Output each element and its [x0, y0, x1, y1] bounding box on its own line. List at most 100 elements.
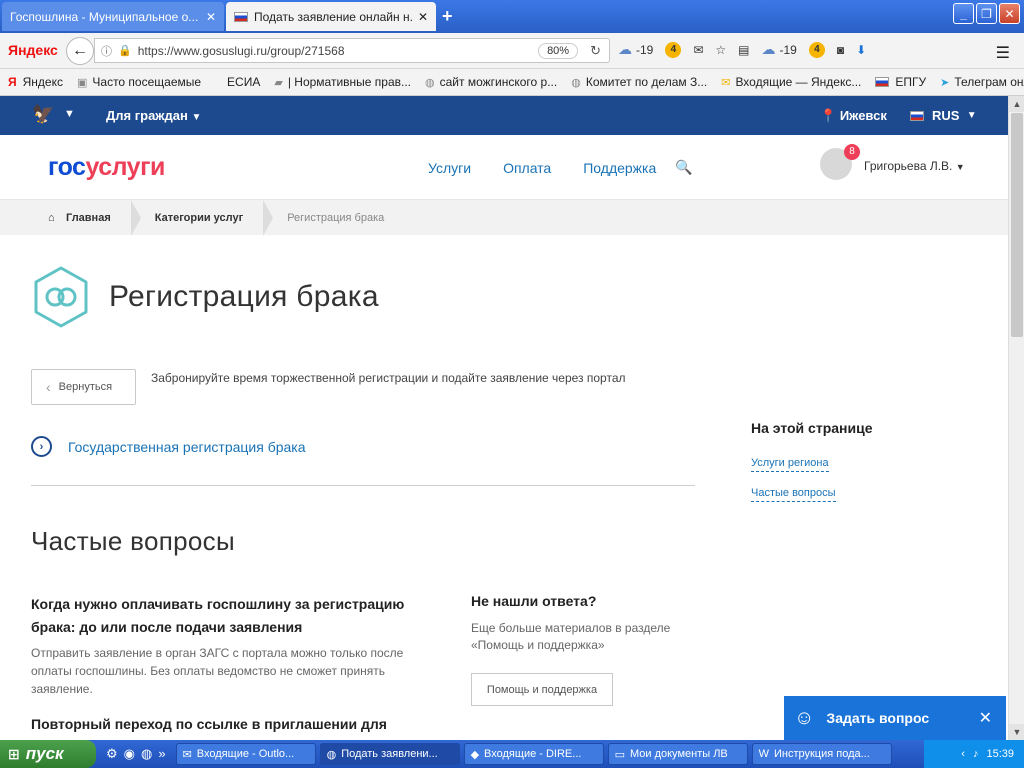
vertical-scrollbar[interactable]: ▲ ▼: [1008, 96, 1024, 740]
weather-widget-2[interactable]: ☁ -19: [762, 41, 797, 58]
back-button[interactable]: ‹ Вернуться: [31, 369, 136, 405]
onpage-link-regional-services[interactable]: Услуги региона: [751, 457, 829, 472]
tray-expand-icon[interactable]: ‹: [961, 748, 965, 760]
restore-icon[interactable]: ❐: [976, 3, 997, 24]
minimize-icon[interactable]: _: [953, 3, 974, 24]
media-icon[interactable]: ◉: [124, 746, 135, 762]
help-support-button[interactable]: Помощь и поддержка: [471, 673, 613, 706]
taskbar-item-word[interactable]: W Инструкция пода...: [751, 743, 892, 765]
russia-flag-icon: [234, 11, 248, 22]
weather-widget[interactable]: ☁ -19: [618, 41, 653, 58]
nav-support[interactable]: Поддержка: [583, 160, 656, 176]
reading-list-icon[interactable]: ▤: [738, 43, 749, 57]
taskbar-item-browser[interactable]: ◍ Подать заявлени...: [319, 743, 460, 765]
back-arrow-icon[interactable]: ←: [66, 37, 94, 65]
for-citizens-label: Для граждан: [106, 108, 188, 123]
location-selector[interactable]: 📍 Ижевск: [820, 108, 887, 124]
close-icon[interactable]: ✕: [418, 10, 428, 24]
bookmark-committee[interactable]: ◍ Комитет по делам З...: [571, 75, 707, 89]
folder-icon: ▣: [76, 76, 88, 89]
scroll-thumb[interactable]: [1011, 113, 1023, 337]
faq-question[interactable]: Повторный переход по ссылке в приглашени…: [31, 716, 431, 732]
taskbar-label: Входящие - DIRE...: [484, 748, 582, 760]
lock-icon[interactable]: 🔒: [118, 44, 132, 57]
hamburger-menu-icon[interactable]: ☰: [996, 43, 1010, 63]
volume-icon[interactable]: ♪: [973, 748, 979, 760]
breadcrumb-label: Главная: [66, 211, 111, 224]
user-menu[interactable]: Григорьева Л.В. ▼: [864, 159, 965, 173]
search-icon[interactable]: 🔍: [675, 159, 692, 176]
clock[interactable]: 15:39: [986, 748, 1014, 760]
bookmark-epgu[interactable]: ЕПГУ: [875, 75, 926, 89]
yandex-icon: Я: [8, 75, 17, 89]
taskbar-item-documents[interactable]: ▭ Мои документы ЛВ: [607, 743, 748, 765]
chevron-down-icon: ▼: [966, 110, 977, 121]
bookmark-inbox[interactable]: ✉ Входящие — Яндекс...: [721, 75, 861, 89]
yandex-logo[interactable]: Яндекс: [8, 42, 58, 58]
star-icon[interactable]: ☆: [715, 43, 726, 57]
firefox-icon[interactable]: ◍: [141, 746, 152, 762]
more-icon[interactable]: »: [158, 746, 165, 762]
bookmark-normative[interactable]: ▰ | Нормативные прав...: [274, 75, 411, 89]
info-icon[interactable]: ⓘ: [101, 43, 112, 59]
user-name: Григорьева Л.В.: [864, 159, 953, 173]
logo-part-2: услуги: [85, 153, 165, 181]
top-band: 🦅 ▼ Для граждан ▼ 📍 Ижевск RUS ▼: [0, 96, 1008, 135]
system-tray: ‹ ♪ 15:39: [924, 740, 1024, 768]
bookmark-esia[interactable]: ЕСИА: [227, 75, 260, 89]
address-bar[interactable]: ⓘ 🔒 https://www.gosuslugi.ru/group/27156…: [94, 38, 610, 63]
temperature: -19: [779, 42, 797, 57]
yandex-logo-text: Яндекс: [8, 42, 58, 58]
browser-toolbar: ☁ -19 4 ✉ ☆ ▤ ☁ -19 4 ◙ ⬇: [618, 41, 866, 58]
pocket-icon[interactable]: ◙: [837, 43, 844, 57]
chevron-down-icon[interactable]: ▼: [64, 108, 75, 120]
bookmark-frequent[interactable]: ▣ Часто посещаемые: [77, 75, 201, 89]
nav-services[interactable]: Услуги: [428, 160, 471, 176]
coin-icon[interactable]: 4: [665, 41, 682, 58]
close-window-icon[interactable]: ✕: [999, 3, 1020, 24]
ask-question-widget[interactable]: ☺ Задать вопрос ✕: [784, 696, 1006, 740]
no-answer-text: Еще больше материалов в разделе «Помощь …: [471, 621, 671, 652]
taskbar-item-directum[interactable]: ◆ Входящие - DIRE...: [463, 743, 604, 765]
breadcrumb-label: Категории услуг: [154, 211, 244, 224]
url-text[interactable]: https://www.gosuslugi.ru/group/271568: [138, 44, 538, 58]
faq-question[interactable]: Когда нужно оплачивать госпошлину за рег…: [31, 593, 431, 639]
for-citizens-dropdown[interactable]: Для граждан ▼: [106, 108, 201, 123]
taskbar-label: Инструкция пода...: [773, 748, 870, 760]
scroll-down-arrow-icon[interactable]: ▼: [1009, 724, 1024, 740]
mail-icon[interactable]: ✉: [693, 43, 703, 57]
reload-icon[interactable]: ↻: [590, 43, 601, 59]
faq-heading: Частые вопросы: [31, 526, 235, 556]
notification-badge[interactable]: 8: [844, 144, 860, 160]
nav-payment[interactable]: Оплата: [503, 160, 551, 176]
close-icon[interactable]: ✕: [979, 708, 992, 728]
bookmark-label: Часто посещаемые: [92, 75, 202, 89]
zoom-level-badge[interactable]: 80%: [538, 42, 579, 59]
scroll-up-arrow-icon[interactable]: ▲: [1009, 96, 1024, 112]
bookmark-mozhga[interactable]: ◍ сайт можгинского р...: [425, 75, 557, 89]
tab-title: Подать заявление онлайн н...: [254, 9, 412, 24]
breadcrumb-categories[interactable]: Категории услуг: [151, 200, 263, 236]
start-button[interactable]: ⊞ пуск: [0, 740, 96, 768]
service-link-marriage-registration[interactable]: › Государственная регистрация брака: [31, 436, 306, 457]
bookmark-yandex[interactable]: Я Яндекс: [8, 75, 63, 89]
telegram-icon: ➤: [940, 76, 950, 89]
bookmark-label: сайт можгинского р...: [439, 75, 558, 89]
tab-title: Госпошлина - Муниципальное о...: [10, 9, 199, 24]
close-icon[interactable]: ✕: [206, 10, 216, 24]
coat-of-arms-icon[interactable]: 🦅: [32, 104, 54, 125]
gosuslugi-logo[interactable]: госуслуги: [48, 153, 165, 182]
settings-icon[interactable]: ⚙: [106, 746, 118, 762]
browser-tab-gosposhlina[interactable]: Госпошлина - Муниципальное о... ✕: [2, 2, 224, 31]
coin-icon[interactable]: 4: [808, 41, 825, 58]
language-selector[interactable]: RUS ▼: [910, 108, 977, 123]
taskbar-label: Мои документы ЛВ: [629, 748, 728, 760]
bookmark-telegram[interactable]: ➤ Телеграм онлайн: [940, 75, 1024, 89]
download-icon[interactable]: ⬇: [856, 43, 866, 57]
new-tab-plus-icon[interactable]: +: [442, 6, 453, 27]
windows-taskbar: ⊞ пуск ⚙ ◉ ◍ » ✉ Входящие - Outlo... ◍ Пода…: [0, 740, 1024, 768]
onpage-link-faq[interactable]: Частые вопросы: [751, 487, 836, 502]
breadcrumb-home[interactable]: ⌂ Главная: [0, 200, 131, 236]
browser-tab-active[interactable]: Подать заявление онлайн н... ✕: [226, 2, 436, 31]
taskbar-item-outlook[interactable]: ✉ Входящие - Outlo...: [175, 743, 316, 765]
